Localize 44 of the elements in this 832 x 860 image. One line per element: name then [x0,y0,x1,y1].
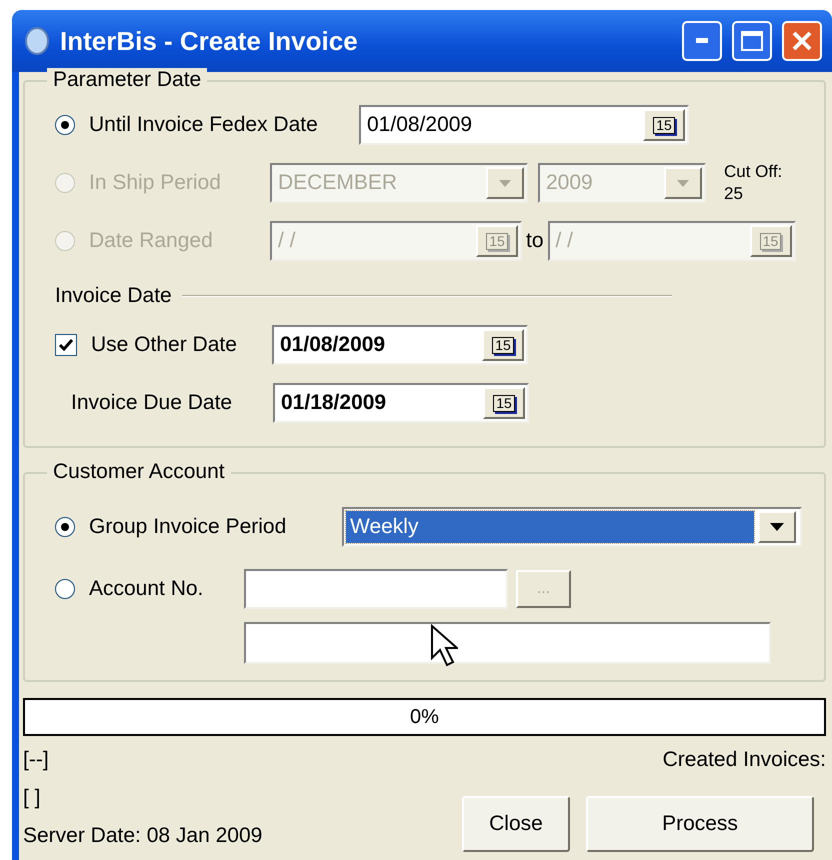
calendar-button[interactable]: 15 [643,109,685,141]
created-invoices-label: Created Invoices: [662,748,826,772]
account-name-field[interactable] [244,622,771,664]
radio-button[interactable] [55,517,75,537]
status-text: [ ] [23,786,42,810]
dialog-button[interactable]: Close [462,796,570,852]
close-icon [791,30,813,52]
calendar-button[interactable]: 15 [483,387,525,419]
calendar-button[interactable]: 15 [482,329,524,361]
server-date-text: Server Date: 08 Jan 2009 [23,824,264,848]
progress-text: 0% [410,706,439,728]
use-other-date-checkbox[interactable] [55,334,77,356]
period-dropdown[interactable]: Weekly [342,507,802,547]
date-field[interactable]: 01/18/2009 15 [273,383,529,423]
minimize-button[interactable] [682,21,722,61]
option-label: Date Ranged [89,229,214,253]
dropdown-arrow-icon [499,180,511,186]
dropdown-arrow-icon [677,180,689,186]
app-globe-icon [24,27,50,55]
option-label: Group Invoice Period [89,515,288,539]
status-text: [--] [23,748,50,772]
cutoff-label: Cut Off: [724,161,782,183]
checkmark-icon [59,339,73,351]
date-field[interactable]: 01/08/2009 15 [272,325,528,365]
dialog-button[interactable]: Process [586,796,814,852]
maximize-button[interactable] [732,21,772,61]
due-date-label: Invoice Due Date [70,391,234,415]
date-field[interactable]: 01/08/2009 15 [359,105,689,145]
radio-button[interactable] [55,115,75,135]
window-title: InterBis - Create Invoice [60,26,359,56]
minimize-icon [696,38,708,44]
option-label: Until Invoice Fedex Date [89,113,319,137]
close-button[interactable] [782,21,822,61]
radio-button[interactable] [55,579,75,599]
account-field[interactable] [244,569,508,609]
option-label: In Ship Period [89,171,222,195]
dropdown-arrow-icon [770,523,784,531]
maximize-icon [741,31,763,51]
to-label: to [526,229,544,253]
mouse-pointer-icon [430,624,458,668]
option-label: Account No. [89,577,204,601]
cutoff-value: 25 [724,183,744,205]
invoice-date-heading: Invoice Date [55,284,172,308]
option-label: Use Other Date [91,333,238,357]
